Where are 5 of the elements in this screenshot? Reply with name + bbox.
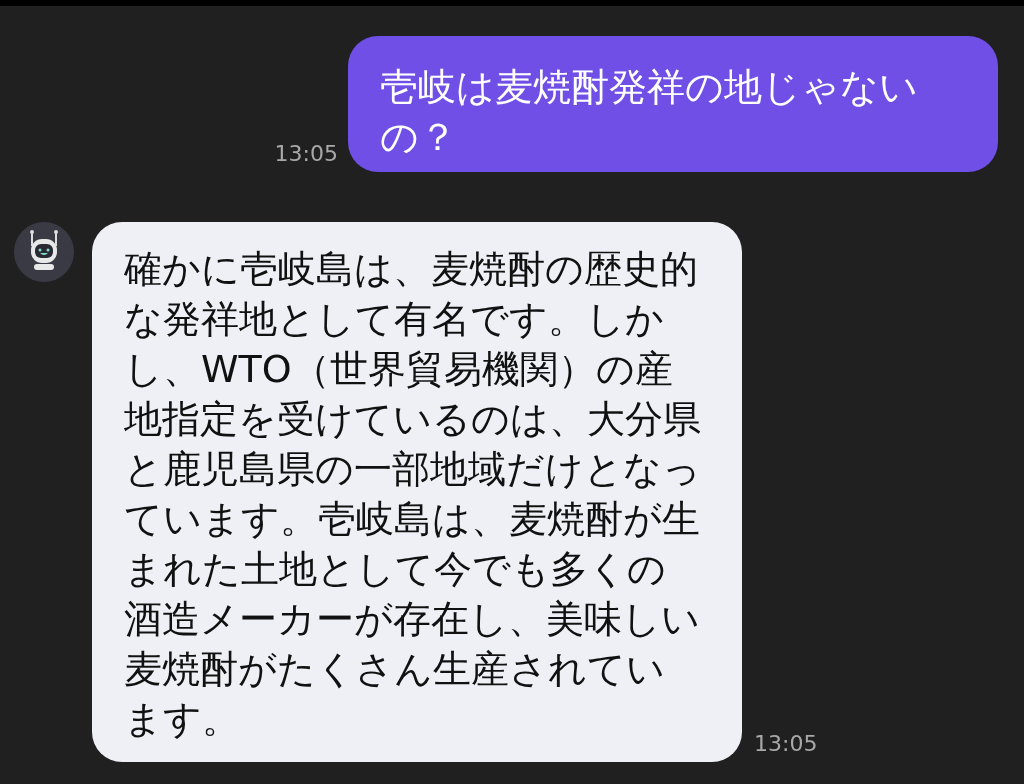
message-time: 13:05 bbox=[754, 730, 818, 758]
robot-avatar-icon bbox=[14, 222, 74, 282]
message-bubble: 壱岐は麦焼酎発祥の地じゃないの？ bbox=[348, 36, 998, 172]
message-time: 13:05 bbox=[274, 140, 338, 168]
message-bubble: 確かに壱岐島は、麦焼酎の歴史的な発祥地として有名です。しかし、WTO（世界貿易機関）の産地指定を受けているのは、大分県と鹿児島県の一部地域だけとなっています。壱岐島は、麦焼酎が生まれた土地として今でも多くの酒造メーカーが存在し、美味しい麦焼酎がたくさん生産されています。 bbox=[92, 222, 742, 762]
